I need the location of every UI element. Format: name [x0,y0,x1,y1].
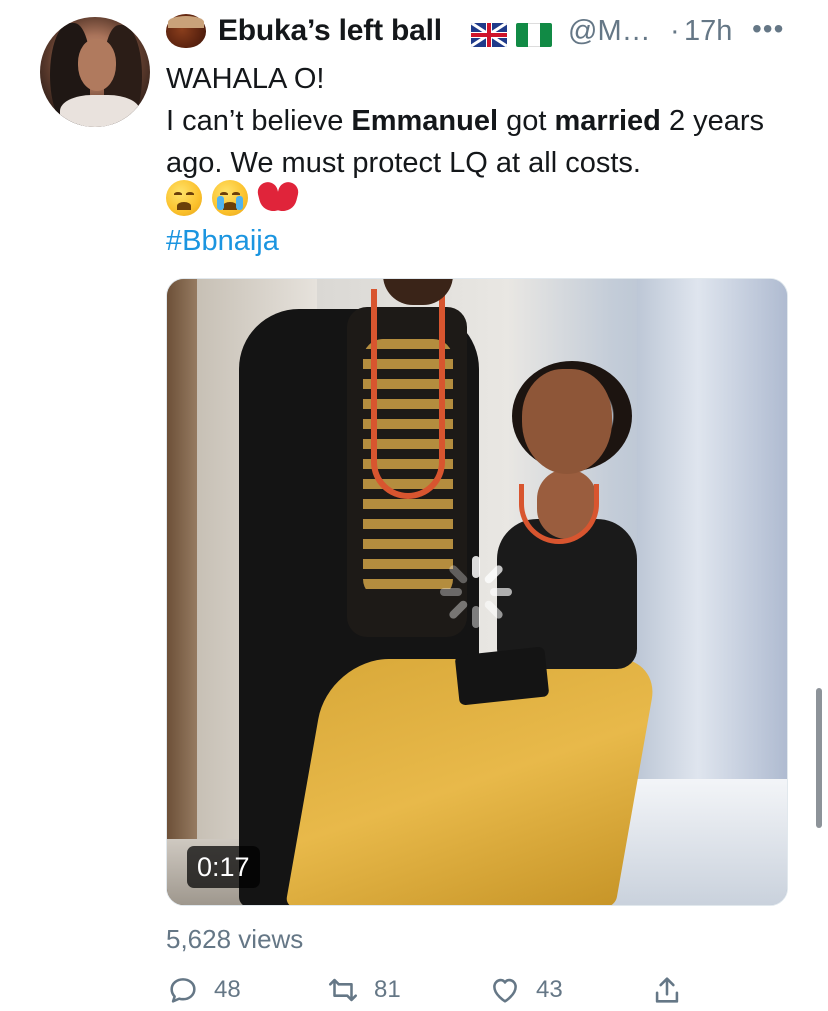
text-segment: I can’t believe [166,105,352,137]
reply-icon [170,978,196,1003]
avatar-face [78,39,116,91]
weary-face-icon [166,180,202,216]
chestnut-icon [166,14,206,48]
share-icon [655,977,679,1003]
retweet-icon [328,978,358,1002]
uk-flag-icon [471,23,507,47]
avatar-shirt [60,95,140,127]
share-button[interactable] [650,970,684,1010]
like-count: 43 [536,976,563,1003]
reply-button[interactable]: 48 [166,970,241,1010]
loading-spinner-icon [438,554,514,630]
tweet-line-2: I can’t believe Emmanuel got married 2 y… [166,100,806,184]
text-segment: got [498,105,555,137]
loudly-crying-face-icon [212,180,248,216]
timestamp[interactable]: 17h [684,15,732,48]
user-handle[interactable]: @M… [568,15,651,48]
bold-name: Emmanuel [351,105,499,137]
retweet-button[interactable]: 81 [326,970,401,1010]
broken-heart-icon [255,180,301,216]
scrollbar[interactable] [816,688,822,828]
tweet: Ebuka’s left ball @M… · 17h ••• WAHALA O… [0,0,828,1011]
reply-count: 48 [214,976,241,1003]
avatar[interactable] [40,17,150,127]
video-coral-beads [371,289,445,499]
tweet-header: Ebuka’s left ball @M… · 17h ••• [166,10,814,54]
view-count[interactable]: 5,628 views [166,924,303,955]
separator-dot: · [670,15,680,47]
tweet-text: WAHALA O! I can’t believe Emmanuel got m… [166,58,806,184]
tweet-line-1: WAHALA O! [166,63,325,95]
more-options-icon[interactable]: ••• [752,13,784,45]
hashtag-link[interactable]: #Bbnaija [166,222,279,260]
heart-icon [493,978,517,1003]
video-clutch-bag [454,646,550,706]
emoji-row [166,180,301,220]
retweet-count: 81 [374,976,401,1003]
bold-word: married [554,105,661,137]
video-person-woman-head [522,369,612,474]
display-name[interactable]: Ebuka’s left ball [218,14,442,48]
video-duration-badge: 0:17 [187,846,260,888]
video-player[interactable]: 0:17 [166,278,788,906]
like-button[interactable]: 43 [488,970,563,1010]
action-bar: 48 81 43 [166,970,806,1011]
nigeria-flag-icon [516,23,552,47]
